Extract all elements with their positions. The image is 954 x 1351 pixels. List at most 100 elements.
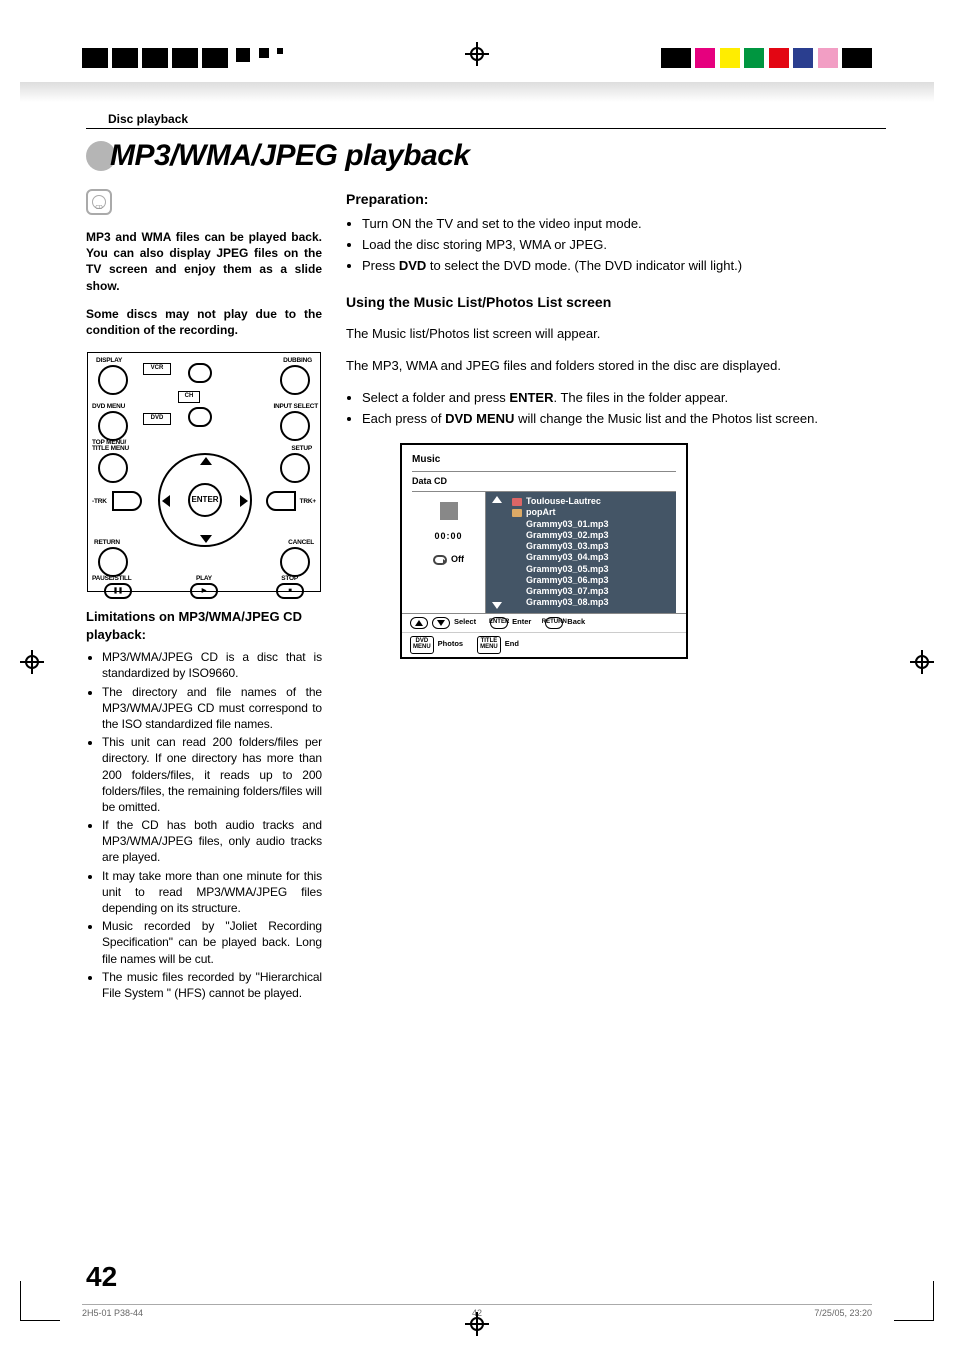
- registration-mark-left: [20, 650, 44, 679]
- title-row: MP3/WMA/JPEG playback: [86, 139, 886, 173]
- remote-button-dubbing: [280, 365, 310, 395]
- remote-button-input-select: [280, 411, 310, 441]
- limitation-item: MP3/WMA/JPEG CD is a disc that is standa…: [102, 649, 322, 681]
- osd-folder: popArt: [512, 507, 670, 518]
- instr-text: Each press of: [362, 411, 445, 426]
- body-paragraph: The MP3, WMA and JPEG files and folders …: [346, 357, 886, 376]
- osd-file: Grammy03_05.mp3: [526, 564, 670, 575]
- bw-blocks: [82, 48, 287, 73]
- remote-label-trk-plus: TRK+: [300, 498, 316, 507]
- right-column: Preparation: Turn ON the TV and set to t…: [346, 189, 886, 1003]
- osd-body: 00:00 Off Toulouse-Lautrec po: [412, 492, 676, 613]
- key-text: MENU: [413, 645, 431, 650]
- key-dvd-menu: DVD MENU: [410, 636, 434, 654]
- key-enter: ENTER: [490, 617, 508, 629]
- folder-icon: [512, 509, 522, 517]
- key-return: RETURN: [545, 617, 563, 629]
- remote-button-pause: ❚❚: [104, 583, 132, 599]
- osd-key-label: Back: [567, 617, 585, 628]
- osd-folder-label: Toulouse-Lautrec: [526, 496, 601, 507]
- limitation-item: The music files recorded by "Hierarchica…: [102, 969, 322, 1001]
- osd-title: Music: [412, 449, 676, 472]
- preparation-list: Turn ON the TV and set to the video inpu…: [346, 215, 886, 276]
- remote-button-trk-plus: [266, 491, 296, 511]
- remote-button-stop: ■: [276, 583, 304, 599]
- osd-key-label: End: [505, 639, 519, 650]
- remote-button-setup: [280, 453, 310, 483]
- remote-diagram: DISPLAY DUBBING VCR DVD MENU CH DVD INPU…: [87, 352, 321, 592]
- osd-folder-label: popArt: [526, 507, 556, 518]
- osd-file: Grammy03_02.mp3: [526, 530, 670, 541]
- key-down-icon: [432, 617, 450, 629]
- using-heading: Using the Music List/Photos List screen: [346, 292, 886, 312]
- instruction-item: Each press of DVD MENU will change the M…: [362, 410, 886, 429]
- registration-mark-bottom: [465, 1312, 489, 1341]
- prep-item: Turn ON the TV and set to the video inpu…: [362, 215, 886, 234]
- remote-button-cancel: [280, 547, 310, 577]
- top-gradient: [20, 82, 934, 102]
- prep-text: to select the DVD mode. (The DVD indicat…: [426, 258, 742, 273]
- remote-button-ch-down: [188, 407, 212, 427]
- section-breadcrumb: Disc playback: [86, 112, 886, 129]
- cd-badge-icon: CD: [86, 189, 112, 215]
- osd-key-label: Select: [454, 617, 476, 628]
- remote-button-display: [98, 365, 128, 395]
- remote-dpad-down-icon: [200, 535, 212, 543]
- page-number: 42: [86, 1261, 117, 1293]
- osd-file: Grammy03_01.mp3: [526, 519, 670, 530]
- remote-dpad-left-icon: [162, 495, 170, 507]
- remote-button-trk-minus: [112, 491, 142, 511]
- remote-button-ch-up: [188, 363, 212, 383]
- instr-bold: DVD MENU: [445, 411, 514, 426]
- left-column: CD MP3 and WMA files can be played back.…: [86, 189, 322, 1003]
- instr-text: Select a folder and press: [362, 390, 509, 405]
- osd-file: Grammy03_07.mp3: [526, 586, 670, 597]
- footer-left: 2H5-01 P38-44: [82, 1308, 345, 1318]
- page: Disc playback MP3/WMA/JPEG playback CD M…: [0, 0, 954, 1351]
- limitation-item: If the CD has both audio tracks and MP3/…: [102, 817, 322, 866]
- osd-list: Toulouse-Lautrec popArt Grammy03_01.mp3 …: [512, 496, 670, 609]
- color-blocks: [661, 48, 872, 73]
- prep-item: Load the disc storing MP3, WMA or JPEG.: [362, 236, 886, 255]
- osd-file: Grammy03_04.mp3: [526, 552, 670, 563]
- footer-right: 7/25/05, 23:20: [609, 1308, 872, 1318]
- columns: CD MP3 and WMA files can be played back.…: [86, 189, 886, 1003]
- stop-icon: [440, 502, 458, 520]
- instr-text: will change the Music list and the Photo…: [514, 411, 817, 426]
- osd-left-pane: 00:00 Off: [412, 492, 486, 613]
- registration-mark-top: [465, 42, 489, 71]
- limitations-heading: Limitations on MP3/WMA/JPEG CD playback:: [86, 608, 322, 643]
- limitation-item: The directory and file names of the MP3/…: [102, 684, 322, 733]
- scroll-down-icon: [492, 602, 502, 609]
- remote-button-play: ▶: [190, 583, 218, 599]
- osd-footer: Select ENTER Enter RETURN Back DVD MENU …: [402, 613, 686, 657]
- limitation-item: It may take more than one minute for thi…: [102, 868, 322, 917]
- limitation-item: This unit can read 200 folders/files per…: [102, 734, 322, 815]
- intro-paragraph-2: Some discs may not play due to the condi…: [86, 306, 322, 338]
- osd-screen: Music Data CD 00:00 Off: [400, 443, 688, 659]
- prep-item: Press DVD to select the DVD mode. (The D…: [362, 257, 886, 276]
- content-area: Disc playback MP3/WMA/JPEG playback CD M…: [86, 112, 886, 1351]
- intro-paragraph-1: MP3 and WMA files can be played back. Yo…: [86, 229, 322, 294]
- registration-mark-right: [910, 650, 934, 679]
- remote-dpad: ENTER: [158, 453, 252, 547]
- scroll-up-icon: [492, 496, 502, 503]
- osd-off-label: Off: [451, 553, 464, 566]
- prep-bold: DVD: [399, 258, 426, 273]
- key-text: MENU: [480, 645, 498, 650]
- key-title-menu: TITLE MENU: [477, 636, 501, 654]
- remote-label-dvd: DVD: [143, 413, 171, 425]
- osd-repeat-off: Off: [433, 553, 464, 566]
- crop-mark-bl: [20, 1281, 60, 1321]
- folder-icon: [512, 498, 522, 506]
- instr-bold: ENTER: [509, 390, 553, 405]
- osd-file: Grammy03_08.mp3: [526, 597, 670, 608]
- osd-key-label: Enter: [512, 617, 531, 628]
- preparation-heading: Preparation:: [346, 189, 886, 209]
- limitation-item: Music recorded by "Joliet Recording Spec…: [102, 918, 322, 967]
- instr-text: . The files in the folder appear.: [553, 390, 728, 405]
- instruction-item: Select a folder and press ENTER. The fil…: [362, 389, 886, 408]
- crop-mark-br: [894, 1281, 934, 1321]
- osd-footer-row: Select ENTER Enter RETURN Back: [402, 614, 686, 632]
- remote-button-dvd-menu: [98, 411, 128, 441]
